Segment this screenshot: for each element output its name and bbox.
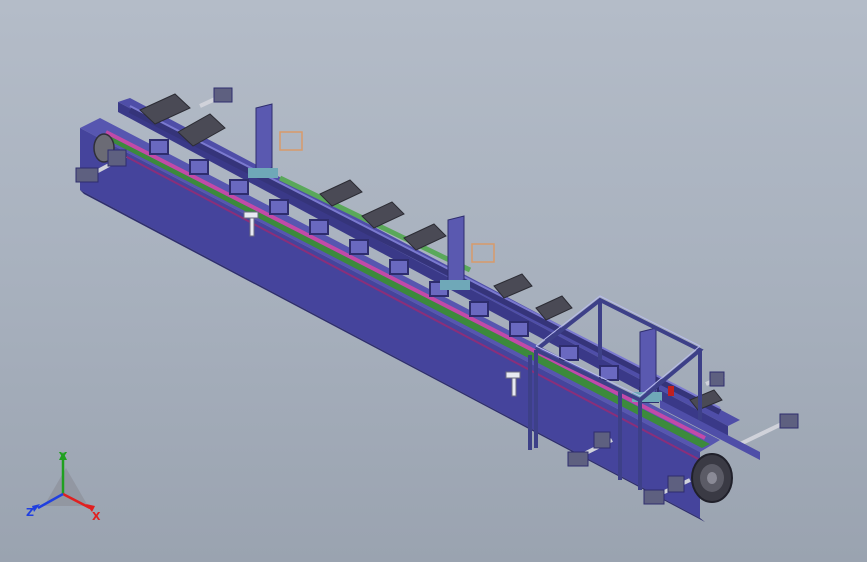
red-marker xyxy=(668,386,674,396)
main-beam-side xyxy=(80,128,700,518)
x-axis-label: X xyxy=(92,510,101,522)
conveyor-3d-model[interactable] xyxy=(0,0,867,562)
y-axis-label: Y xyxy=(58,450,68,463)
coordinate-triad: Y X Z xyxy=(26,450,101,522)
3d-graphics-viewport[interactable]: Y X Z xyxy=(0,0,867,562)
drive-sprocket xyxy=(691,453,733,503)
drive-chain xyxy=(105,130,706,440)
z-axis-label: Z xyxy=(26,506,34,519)
